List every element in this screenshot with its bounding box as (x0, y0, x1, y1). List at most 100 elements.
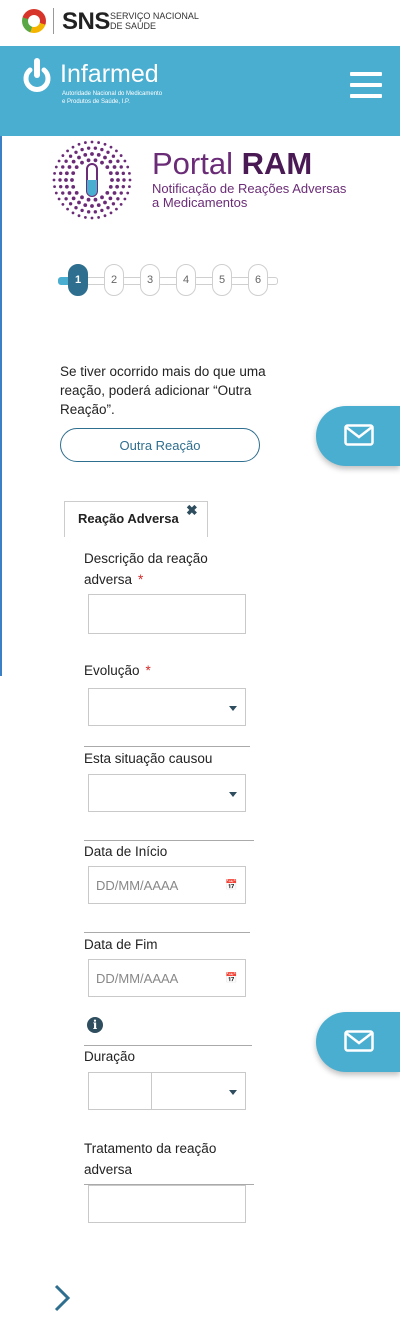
logo-dot (83, 203, 88, 208)
next-chevron-icon[interactable] (52, 1283, 72, 1313)
info-icon[interactable]: i (87, 1017, 103, 1033)
logo-dot (105, 190, 110, 195)
logo-dot (123, 197, 127, 201)
step-6[interactable]: 6 (248, 264, 268, 296)
tratamento-label: Tratamento da reação adversa (84, 1138, 254, 1180)
portal-subtitle-line1: Notificação de Reações Adversas (152, 181, 347, 196)
portal-subtitle-line2: a Medicamentos (152, 195, 248, 210)
logo-dot (80, 160, 84, 165)
logo-dot (74, 150, 78, 154)
logo-dot (71, 211, 75, 215)
data-fim-label: Data de Fim (84, 937, 158, 952)
logo-dot (121, 171, 126, 176)
descricao-label-line2: adversa (84, 572, 133, 587)
logo-dot (103, 214, 107, 218)
left-edge-border (0, 136, 2, 676)
chevron-down-icon (229, 1090, 237, 1095)
logo-dot (64, 159, 68, 163)
sns-logo-text: SNS (62, 8, 110, 35)
logo-dot (109, 145, 113, 149)
logo-dot (115, 171, 120, 176)
contact-mail-button[interactable] (316, 406, 400, 466)
logo-dot (64, 184, 69, 189)
tratamento-label-line2: adversa (84, 1162, 133, 1177)
tratamento-input[interactable] (88, 1185, 246, 1223)
logo-dot (61, 203, 65, 206)
calendar-icon[interactable]: 📅 (225, 880, 237, 891)
tab-close-icon[interactable]: ✖ (186, 502, 198, 519)
logo-dot (90, 204, 94, 208)
sns-subtitle: Serviço Nacional de Saúde (110, 11, 199, 31)
logo-dot (128, 185, 131, 188)
logo-dot (58, 178, 62, 182)
infarmed-brand[interactable]: Infarmed (60, 60, 159, 89)
logo-dot (66, 149, 69, 153)
logo-dot (96, 203, 101, 208)
logo-dot (112, 165, 117, 169)
divider (84, 746, 250, 747)
chevron-down-icon (229, 792, 237, 797)
logo-dot (74, 165, 79, 170)
calendar-icon[interactable]: 📅 (225, 973, 237, 984)
contact-mail-button-bottom[interactable] (316, 1012, 400, 1072)
logo-dot (115, 184, 120, 189)
data-inicio-input[interactable]: DD/MM/AAAA 📅 (88, 866, 246, 904)
logo-dot (86, 158, 91, 163)
logo-dot (68, 154, 73, 158)
step-3[interactable]: 3 (140, 264, 160, 296)
step-4[interactable]: 4 (176, 264, 196, 296)
descricao-input[interactable] (88, 594, 246, 634)
evolucao-label: Evolução * (84, 660, 151, 681)
portal-title-light: Portal (152, 146, 233, 181)
logo-dot (61, 191, 65, 195)
logo-dot (97, 141, 100, 144)
logo-dot (121, 184, 126, 189)
sns-subtitle-line2: de Saúde (110, 21, 157, 31)
date-placeholder: DD/MM/AAAA (96, 878, 179, 893)
logo-dot (128, 178, 132, 182)
logo-dot (105, 165, 110, 170)
infarmed-logo-icon (23, 58, 51, 92)
logo-dot (74, 206, 78, 210)
required-mark: * (138, 572, 144, 587)
logo-dot (110, 178, 114, 182)
logo-dot (84, 141, 87, 144)
logo-dot (93, 146, 98, 150)
logo-dot (54, 191, 58, 195)
logo-dot (96, 152, 101, 157)
duracao-value-input[interactable] (88, 1072, 152, 1110)
logo-dot (115, 149, 118, 153)
logo-dot (128, 172, 131, 175)
logo-dot (103, 155, 107, 160)
logo-dot (126, 191, 130, 195)
logo-dot (57, 159, 61, 163)
logo-dot (100, 160, 104, 165)
duracao-unit-select[interactable] (151, 1072, 246, 1110)
logo-dot (71, 145, 75, 149)
logo-dot (86, 210, 91, 214)
data-fim-input[interactable]: DD/MM/AAAA 📅 (88, 959, 246, 997)
logo-dot (115, 207, 118, 211)
logo-dot (61, 165, 65, 169)
logo-dot (71, 184, 76, 189)
logo-dot (111, 202, 116, 206)
situacao-select[interactable] (88, 774, 246, 812)
evolucao-label-text: Evolução (84, 663, 140, 678)
logo-dot (90, 152, 94, 156)
logo-dot (64, 197, 68, 201)
logo-dot (106, 206, 110, 210)
logo-dot (116, 178, 120, 182)
required-mark: * (145, 663, 151, 678)
logo-dot (100, 195, 104, 200)
step-2[interactable]: 2 (104, 264, 124, 296)
logo-dot (64, 178, 68, 182)
hamburger-menu-icon[interactable] (350, 72, 382, 98)
add-reaction-button[interactable]: Outra Reação (60, 428, 260, 462)
logo-dot (58, 184, 63, 189)
step-5[interactable]: 5 (212, 264, 232, 296)
evolucao-select[interactable] (88, 688, 246, 726)
logo-dot (52, 178, 56, 182)
step-1[interactable]: 1 (68, 264, 88, 296)
logo-dot (80, 208, 84, 213)
tratamento-label-line1: Tratamento da reação (84, 1141, 217, 1156)
